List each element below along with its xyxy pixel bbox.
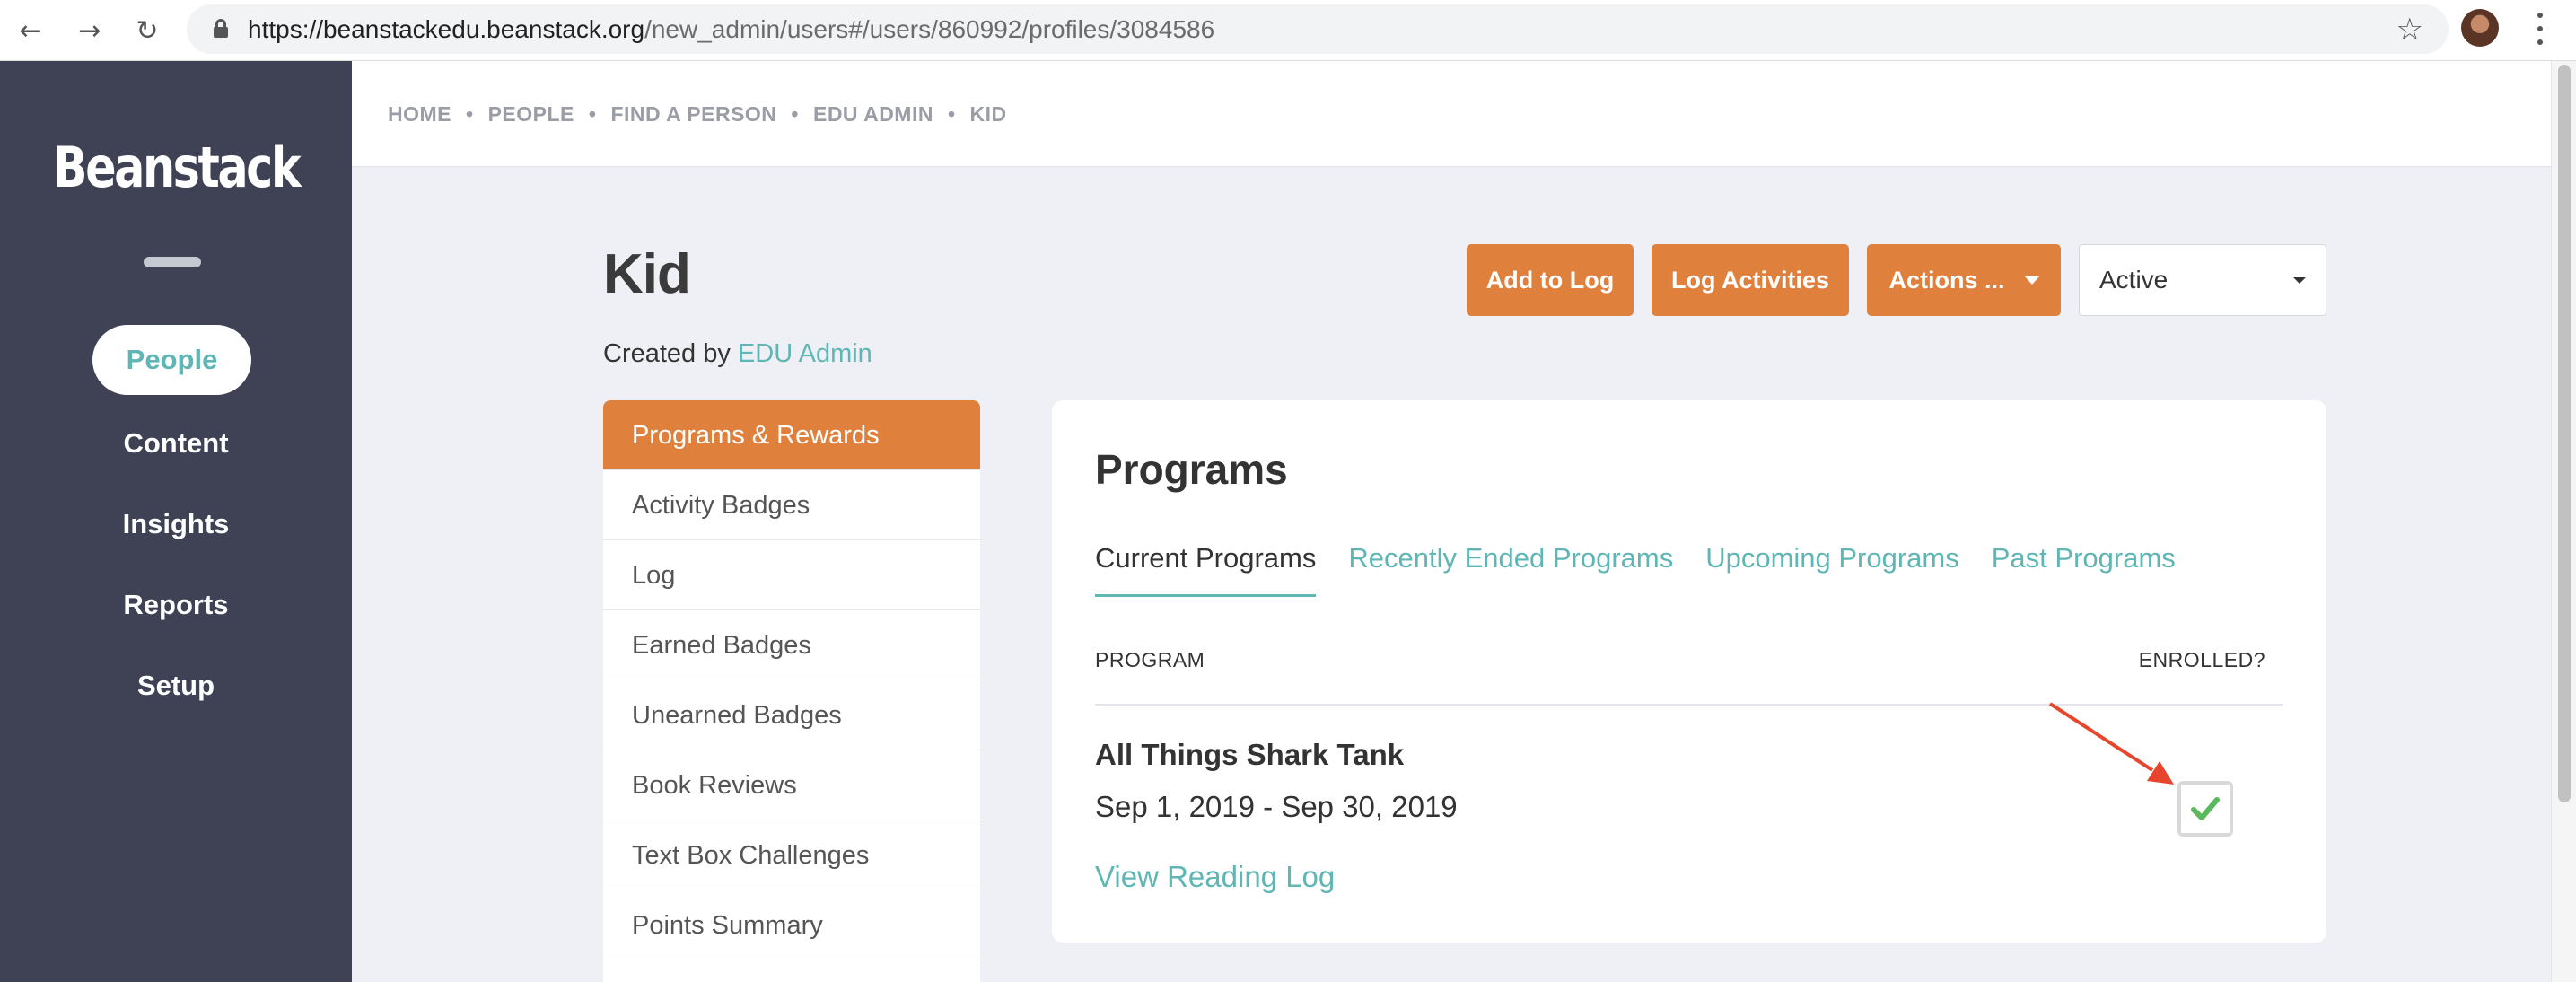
back-arrow-icon[interactable]: ← [9, 9, 52, 52]
submenu-item-text-box-challenges[interactable]: Text Box Challenges [603, 820, 980, 890]
breadcrumb-separator: • [588, 102, 597, 126]
breadcrumb-separator: • [791, 102, 799, 126]
url-text[interactable]: https://beanstackedu.beanstack.org/new_a… [248, 15, 1214, 44]
tab-current-programs[interactable]: Current Programs [1095, 542, 1317, 597]
caret-down-icon [2024, 276, 2039, 285]
actions-dropdown-button[interactable]: Actions ... [1867, 244, 2061, 316]
lock-icon [214, 19, 228, 38]
browser-menu-icon[interactable] [2531, 9, 2549, 48]
actions-label: Actions ... [1888, 266, 2005, 294]
enrolled-checkbox[interactable] [2177, 781, 2233, 837]
sidebar-collapse-handle[interactable] [144, 257, 201, 267]
profile-submenu: Programs & Rewards Activity Badges Log E… [603, 400, 980, 982]
created-by-label: Created by [603, 339, 731, 368]
sidebar-item-setup[interactable]: Setup [0, 670, 352, 702]
column-header-program: PROGRAM [1095, 648, 1205, 671]
page-scrollbar[interactable] [2551, 61, 2576, 982]
tab-recently-ended-programs[interactable]: Recently Ended Programs [1348, 542, 1673, 594]
programs-card: Programs Current Programs Recently Ended … [1052, 400, 2326, 943]
sidebar-item-content[interactable]: Content [0, 427, 352, 460]
program-name: All Things Shark Tank [1095, 738, 1405, 771]
sidebar-item-people[interactable]: People [92, 325, 251, 395]
tab-upcoming-programs[interactable]: Upcoming Programs [1705, 542, 1959, 594]
log-activities-button[interactable]: Log Activities [1652, 244, 1849, 316]
status-select[interactable]: Active [2079, 244, 2326, 316]
forward-arrow-icon[interactable]: → [68, 9, 111, 52]
breadcrumb-home[interactable]: HOME [388, 102, 451, 126]
scrollbar-thumb[interactable] [2558, 65, 2571, 802]
submenu-item-earned-badges[interactable]: Earned Badges [603, 610, 980, 680]
address-bar[interactable]: https://beanstackedu.beanstack.org/new_a… [187, 4, 2449, 54]
breadcrumb: HOME • PEOPLE • FIND A PERSON • EDU ADMIN • KID [388, 102, 1007, 127]
status-value: Active [2099, 266, 2169, 294]
reload-icon[interactable]: ↻ [126, 9, 169, 52]
program-tabs: Current Programs Recently Ended Programs U… [1095, 542, 2208, 597]
top-bar: HOME • PEOPLE • FIND A PERSON • EDU ADMIN • KID [352, 61, 2551, 167]
column-header-enrolled: ENROLLED? [2138, 648, 2265, 671]
view-reading-log-link[interactable]: View Reading Log [1095, 860, 1335, 894]
breadcrumb-people[interactable]: PEOPLE [488, 102, 574, 126]
add-to-log-button[interactable]: Add to Log [1467, 244, 1634, 316]
breadcrumb-kid: KID [969, 102, 1007, 126]
tab-past-programs[interactable]: Past Programs [1992, 542, 2176, 594]
url-path: /new_admin/users#/users/860992/profiles/… [644, 15, 1215, 43]
submenu-item-book-reviews[interactable]: Book Reviews [603, 750, 980, 820]
checkmark-icon [2191, 797, 2220, 820]
sidebar: Beanstack People Content Insights Report… [0, 61, 352, 982]
bookmark-star-icon[interactable]: ☆ [2396, 12, 2423, 48]
url-host: https://beanstackedu.beanstack.org [248, 15, 645, 43]
add-to-log-label: Add to Log [1485, 266, 1615, 294]
breadcrumb-find-a-person[interactable]: FIND A PERSON [610, 102, 776, 126]
annotation-arrow [2048, 702, 2174, 785]
submenu-item-activity-badges[interactable]: Activity Badges [603, 470, 980, 540]
browser-toolbar: ← → ↻ https://beanstackedu.beanstack.org… [0, 0, 2576, 61]
created-by-line: Created by EDU Admin [603, 339, 872, 369]
submenu-item-log[interactable]: Log [603, 540, 980, 610]
caret-down-icon [2293, 277, 2306, 284]
submenu-item-points-summary[interactable]: Points Summary [603, 890, 980, 960]
sidebar-item-insights[interactable]: Insights [0, 508, 352, 540]
created-by-link[interactable]: EDU Admin [738, 339, 872, 368]
profile-avatar[interactable] [2461, 9, 2499, 47]
breadcrumb-separator: • [947, 102, 956, 126]
submenu-item-programs-rewards[interactable]: Programs & Rewards [603, 400, 980, 470]
submenu-item-unearned-badges[interactable]: Unearned Badges [603, 680, 980, 750]
page-title: Kid [603, 243, 691, 305]
programs-title: Programs [1095, 446, 1288, 493]
log-activities-label: Log Activities [1670, 266, 1830, 294]
beanstack-logo[interactable]: Beanstack [31, 135, 320, 200]
breadcrumb-edu-admin[interactable]: EDU ADMIN [813, 102, 933, 126]
breadcrumb-separator: • [466, 102, 474, 126]
sidebar-item-reports[interactable]: Reports [0, 589, 352, 621]
program-dates: Sep 1, 2019 - Sep 30, 2019 [1095, 790, 1458, 823]
